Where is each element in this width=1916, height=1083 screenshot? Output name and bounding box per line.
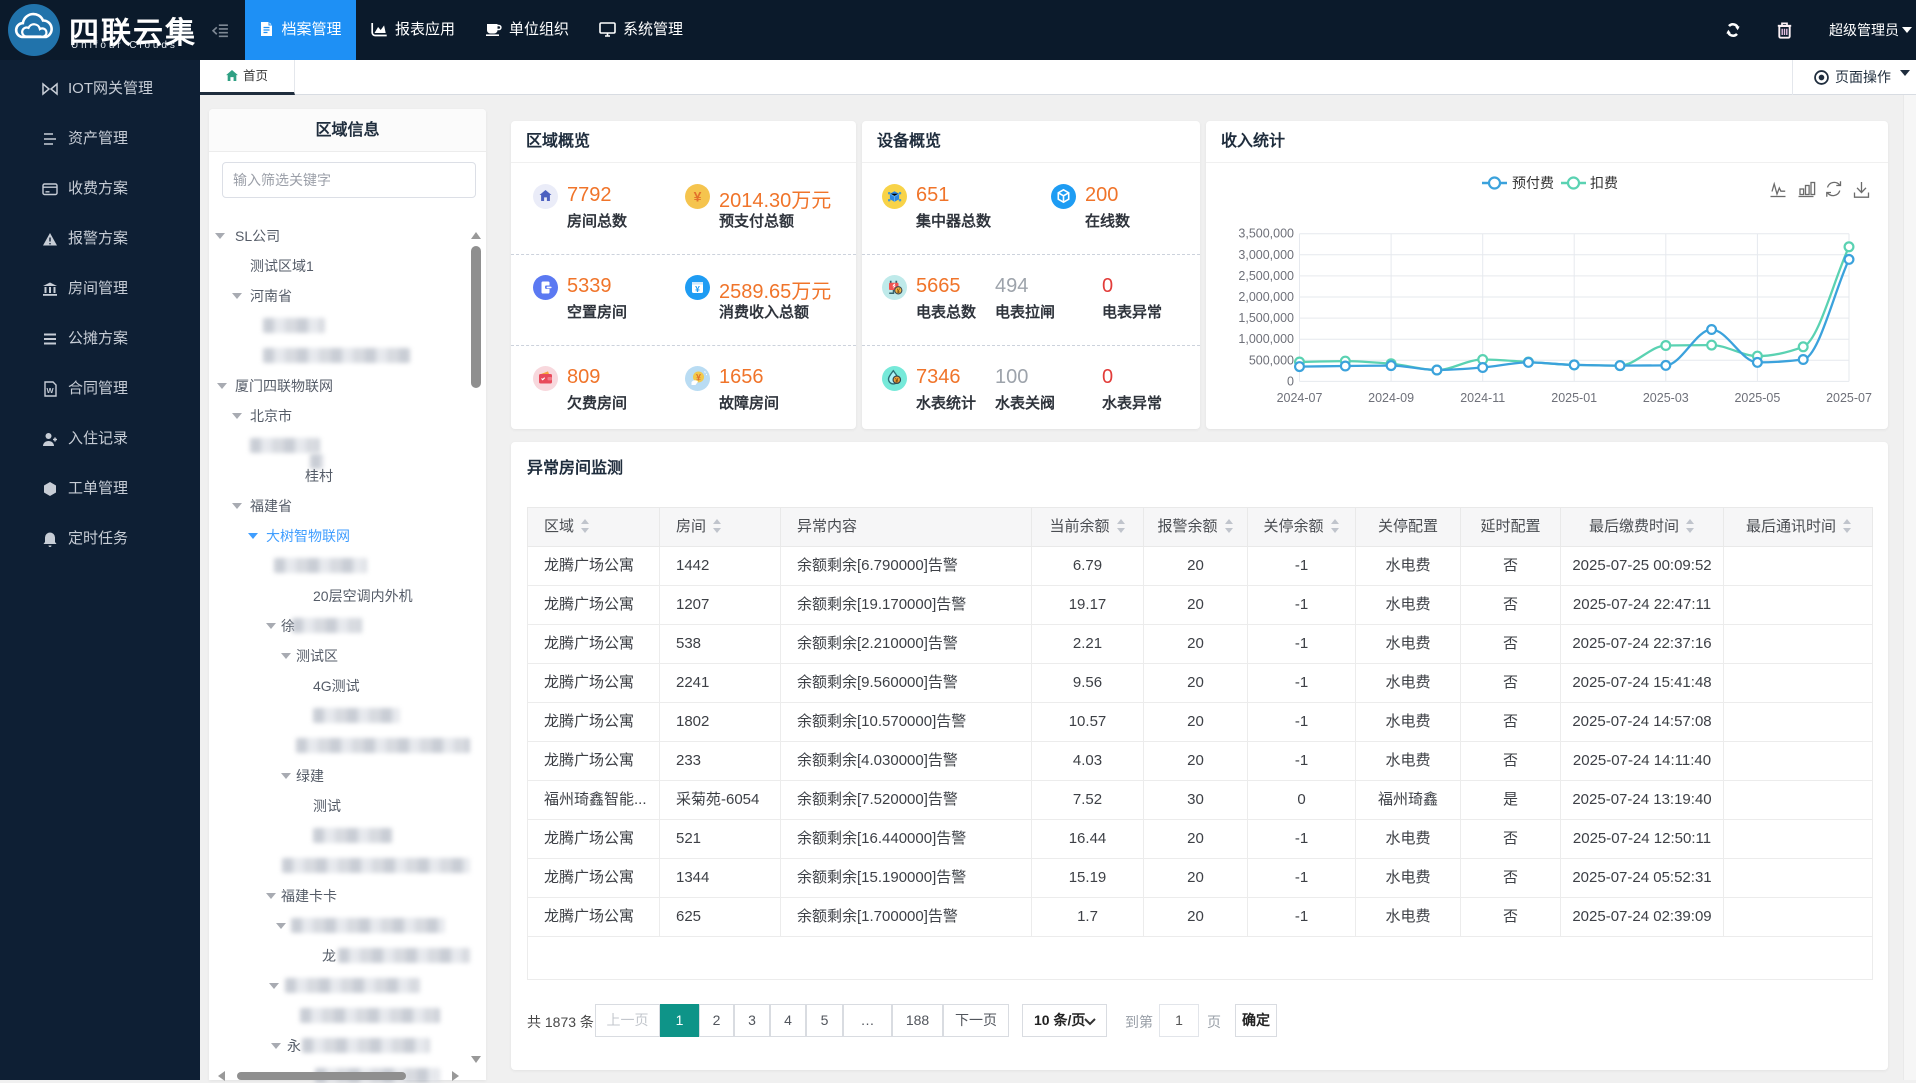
svg-text:2024-09: 2024-09 — [1368, 391, 1414, 405]
svg-text:扣费: 扣费 — [1590, 175, 1618, 191]
svg-text:500,000: 500,000 — [1249, 353, 1294, 367]
svg-text:¥: ¥ — [695, 284, 700, 294]
svg-text:预付费: 预付费 — [1512, 175, 1554, 191]
svg-text:W: W — [46, 386, 54, 395]
svg-text:2025-05: 2025-05 — [1734, 391, 1780, 405]
svg-text:2025-03: 2025-03 — [1643, 391, 1689, 405]
svg-text:1,500,000: 1,500,000 — [1238, 311, 1294, 325]
svg-text:2025-07: 2025-07 — [1826, 391, 1872, 405]
svg-text:3,500,000: 3,500,000 — [1238, 227, 1294, 241]
svg-text:2024-11: 2024-11 — [1460, 391, 1505, 405]
svg-text:2,500,000: 2,500,000 — [1238, 269, 1294, 283]
svg-text:2025-01: 2025-01 — [1551, 391, 1597, 405]
svg-text:1,000,000: 1,000,000 — [1238, 332, 1294, 346]
svg-text:2024-07: 2024-07 — [1277, 391, 1323, 405]
svg-text:2,000,000: 2,000,000 — [1238, 290, 1294, 304]
svg-text:¥: ¥ — [694, 189, 702, 205]
svg-text:0: 0 — [1287, 374, 1294, 388]
svg-text:3,000,000: 3,000,000 — [1238, 248, 1294, 262]
